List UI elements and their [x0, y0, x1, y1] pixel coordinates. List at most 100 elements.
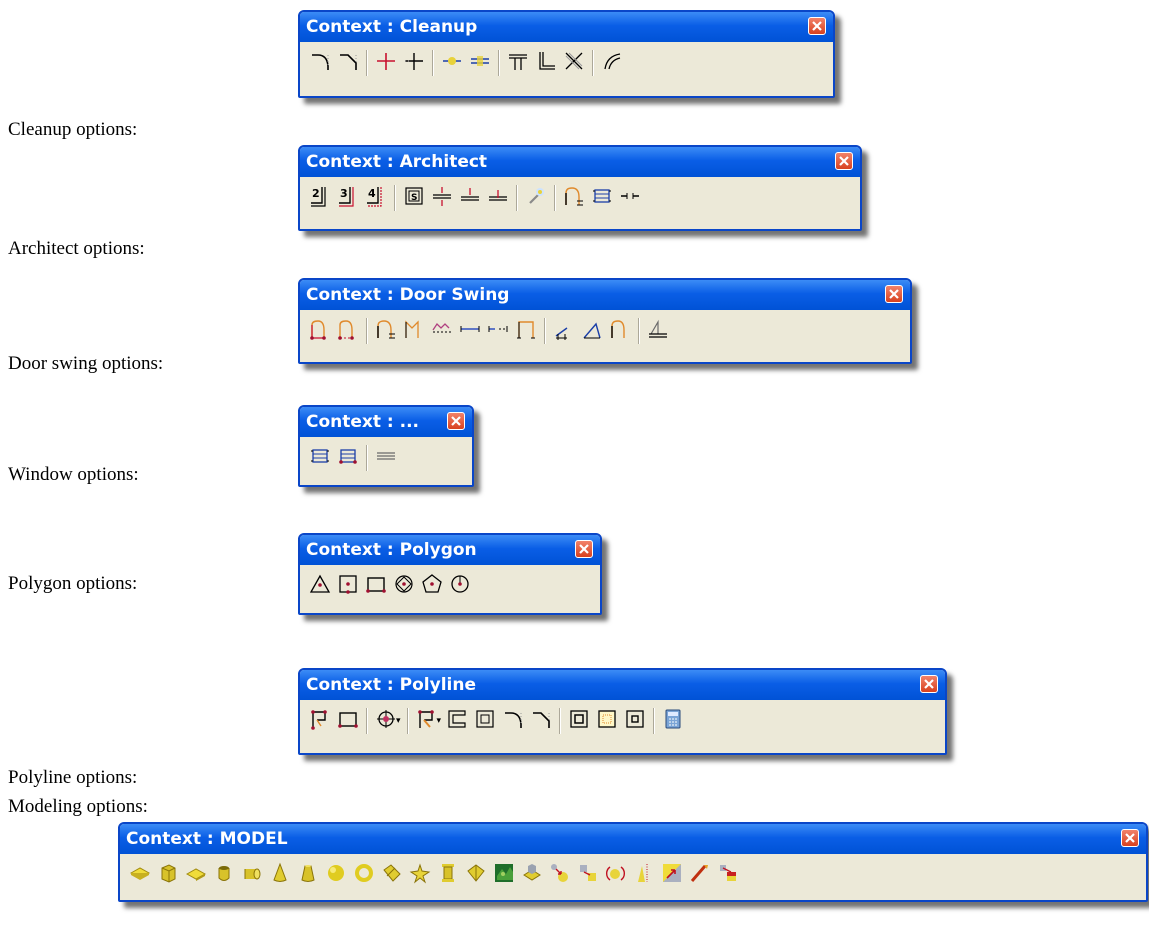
door-quarter-swing-button[interactable]: [578, 317, 606, 345]
toolbar-title[interactable]: Context : Cleanup: [300, 12, 833, 42]
sphere-button[interactable]: [322, 861, 350, 889]
arc-offset-button[interactable]: [598, 49, 626, 77]
wedge-icon: [185, 862, 207, 889]
frame-inner-button[interactable]: [621, 707, 649, 735]
polyline-button[interactable]: [306, 707, 334, 735]
fillet-button[interactable]: [499, 707, 527, 735]
star-button[interactable]: [406, 861, 434, 889]
close-button[interactable]: [575, 540, 593, 558]
square-center-button[interactable]: [334, 572, 362, 600]
material-button[interactable]: [686, 861, 714, 889]
mirror-button[interactable]: [602, 861, 630, 889]
dropdown-arrow-icon[interactable]: ▾: [437, 716, 442, 726]
toolbar-separator: [394, 185, 396, 211]
close-icon: [889, 289, 899, 299]
pentagon-button[interactable]: [418, 572, 446, 600]
door-pocket-button[interactable]: [484, 317, 512, 345]
slab-button[interactable]: [126, 861, 154, 889]
window-button[interactable]: [588, 184, 616, 212]
cross-button[interactable]: [560, 49, 588, 77]
fillet-button[interactable]: [306, 49, 334, 77]
offset-icon: [446, 708, 468, 735]
rectangle-button[interactable]: [334, 707, 362, 735]
tee-button[interactable]: [504, 49, 532, 77]
wall-style-button[interactable]: S: [400, 184, 428, 212]
toolbar-title[interactable]: Context : Polygon: [300, 535, 600, 565]
door-single-button[interactable]: [306, 317, 334, 345]
window-frame-alt-icon: [337, 445, 359, 472]
door-swing-button[interactable]: [372, 317, 400, 345]
opening-button[interactable]: [616, 184, 644, 212]
toolbar-title[interactable]: Context : Polyline: [300, 670, 945, 700]
close-button[interactable]: [920, 675, 938, 693]
rotate-button[interactable]: [574, 861, 602, 889]
wall-4-button[interactable]: 4: [362, 184, 390, 212]
join-button[interactable]: [438, 49, 466, 77]
close-button[interactable]: [1121, 829, 1139, 847]
rectangle-button[interactable]: [362, 572, 390, 600]
twist-button[interactable]: [378, 861, 406, 889]
terrain-button[interactable]: [490, 861, 518, 889]
toolbar-title[interactable]: Context : Door Swing: [300, 280, 910, 310]
prism-button[interactable]: [462, 861, 490, 889]
frustum-button[interactable]: [294, 861, 322, 889]
extrude-button[interactable]: [518, 861, 546, 889]
cross-extend-button[interactable]: [400, 49, 428, 77]
close-button[interactable]: [447, 412, 465, 430]
close-button[interactable]: [808, 17, 826, 35]
chamfer-button[interactable]: [527, 707, 555, 735]
column-button[interactable]: [434, 861, 462, 889]
chamfer-button[interactable]: [334, 49, 362, 77]
split-button[interactable]: [466, 49, 494, 77]
magic-wand-button[interactable]: [522, 184, 550, 212]
door-double-button[interactable]: [400, 317, 428, 345]
corner-button[interactable]: [532, 49, 560, 77]
window-icon: [591, 185, 613, 212]
door-frame-button[interactable]: [512, 317, 540, 345]
toolbar-title[interactable]: Context : ...: [300, 407, 472, 437]
box-button[interactable]: [154, 861, 182, 889]
window-frame-button[interactable]: [306, 444, 334, 472]
wall-2-button[interactable]: 2: [306, 184, 334, 212]
wall-3-button[interactable]: 3: [334, 184, 362, 212]
offset-button[interactable]: [443, 707, 471, 735]
circle-button[interactable]: [446, 572, 474, 600]
cylinder-cup-button[interactable]: [210, 861, 238, 889]
toolbar-title[interactable]: Context : Architect: [300, 147, 860, 177]
torus-button[interactable]: [350, 861, 378, 889]
scale-button[interactable]: [630, 861, 658, 889]
cylinder-button[interactable]: [238, 861, 266, 889]
cone-button[interactable]: [266, 861, 294, 889]
close-button[interactable]: [835, 152, 853, 170]
door-button[interactable]: [560, 184, 588, 212]
wall-align-bottom-button[interactable]: [484, 184, 512, 212]
window-frame-alt-button[interactable]: [334, 444, 362, 472]
door-threshold-button[interactable]: [644, 317, 672, 345]
explode-button[interactable]: [714, 861, 742, 889]
door-open-button[interactable]: [606, 317, 634, 345]
door-slide-button[interactable]: [456, 317, 484, 345]
toolbar-title[interactable]: Context : MODEL: [120, 824, 1146, 854]
fillet-icon: [309, 50, 331, 77]
window-sill-button[interactable]: [372, 444, 400, 472]
close-button[interactable]: [885, 285, 903, 303]
frame-dotted-button[interactable]: [593, 707, 621, 735]
door-bifold-button[interactable]: [428, 317, 456, 345]
dropdown-arrow-icon[interactable]: ▾: [396, 716, 401, 726]
move-button[interactable]: [546, 861, 574, 889]
wall-align-center-button[interactable]: [428, 184, 456, 212]
slab-icon: [129, 862, 151, 889]
door-single-alt-button[interactable]: [334, 317, 362, 345]
offset-alt-button[interactable]: [471, 707, 499, 735]
wall-align-top-button[interactable]: [456, 184, 484, 212]
rectangle-icon: [337, 708, 359, 735]
window-sill-icon: [375, 445, 397, 472]
paint-button[interactable]: [658, 861, 686, 889]
triangle-button[interactable]: [306, 572, 334, 600]
door-half-swing-button[interactable]: [550, 317, 578, 345]
calculator-button[interactable]: [659, 707, 687, 735]
cross-trim-button[interactable]: [372, 49, 400, 77]
diamond-button[interactable]: [390, 572, 418, 600]
wedge-button[interactable]: [182, 861, 210, 889]
frame-button[interactable]: [565, 707, 593, 735]
